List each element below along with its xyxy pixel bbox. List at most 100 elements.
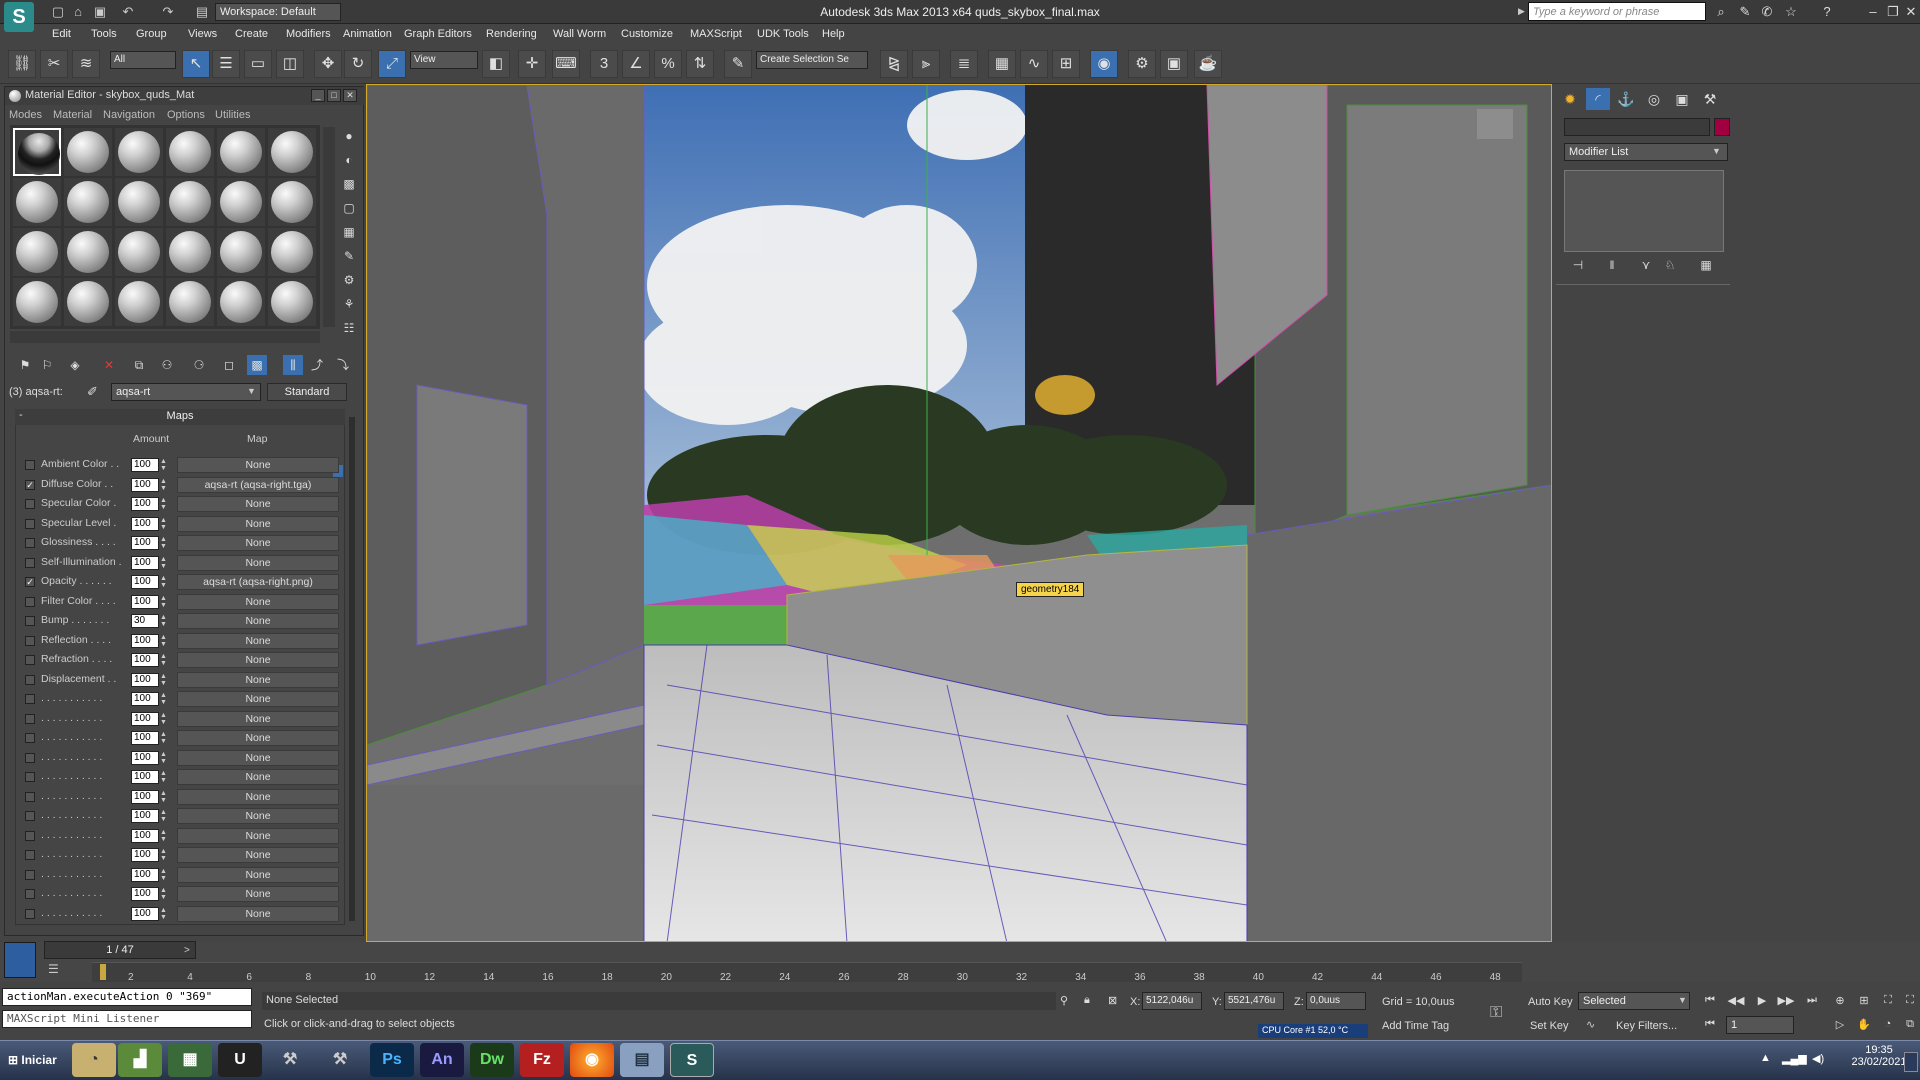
next-frame-arrow-icon[interactable]: > <box>184 945 190 956</box>
map-enable-checkbox[interactable] <box>25 635 35 646</box>
map-amount-field[interactable]: 100 <box>131 750 159 765</box>
orbit-icon[interactable]: ◔ <box>1878 1018 1898 1034</box>
align-icon[interactable]: ⫸ <box>912 50 940 78</box>
zoom-extents-all-icon[interactable]: ⛶ <box>1900 994 1920 1010</box>
put-to-library-icon[interactable]: ⚆ <box>189 355 209 375</box>
map-slot-button[interactable]: None <box>177 593 339 610</box>
bind-space-warp-icon[interactable]: ≋ <box>72 50 100 78</box>
chart-app-icon[interactable]: ▟ <box>118 1043 162 1077</box>
show-desktop-button[interactable] <box>1904 1052 1918 1072</box>
map-amount-field[interactable]: 100 <box>131 848 159 862</box>
maps-rollout-header[interactable]: Maps <box>15 409 345 425</box>
map-slot-button[interactable]: None <box>177 886 339 902</box>
spreadsheet-app-icon[interactable]: ▦ <box>168 1043 212 1077</box>
make-unique-icon[interactable]: ⚇ <box>157 355 177 375</box>
reset-map-icon[interactable]: ✕ <box>99 355 119 375</box>
backlight-icon[interactable]: ◐ <box>339 153 359 171</box>
map-slot-button[interactable]: None <box>177 866 339 883</box>
map-enable-checkbox[interactable] <box>25 850 35 860</box>
map-slot-button[interactable]: None <box>177 515 339 532</box>
menu-graph-editors[interactable]: Graph Editors <box>404 28 472 40</box>
select-object-icon[interactable]: ↖ <box>182 50 210 78</box>
map-slot-button[interactable]: None <box>177 535 339 551</box>
curve-editor-icon[interactable]: ∿ <box>1020 50 1048 78</box>
sample-slot[interactable] <box>115 228 163 276</box>
rotate-icon[interactable]: ↻ <box>344 50 372 78</box>
edit-named-selection-icon[interactable]: ✎ <box>724 50 752 78</box>
graphite-ribbon-icon[interactable]: ▦ <box>988 50 1016 78</box>
auto-key-button[interactable]: Auto Key <box>1528 996 1573 1008</box>
map-slot-button[interactable]: None <box>177 749 339 766</box>
map-amount-spinner[interactable]: ▲ ▼ <box>160 575 168 589</box>
new-file-icon[interactable]: ▢ <box>50 4 66 20</box>
app-logo-icon[interactable]: S <box>4 2 34 32</box>
volume-icon[interactable]: ◀) <box>1812 1052 1824 1065</box>
sample-slot[interactable] <box>166 228 214 276</box>
render-setup-icon[interactable]: ⚙ <box>1128 50 1156 78</box>
sample-slot[interactable] <box>217 228 265 276</box>
map-amount-field[interactable]: 30 <box>131 614 159 628</box>
map-enable-checkbox[interactable] <box>25 830 35 841</box>
workspace-select[interactable]: Workspace: Default <box>215 3 341 21</box>
show-map-in-viewport-icon[interactable]: ▩ <box>247 355 267 375</box>
maps-scrollbar[interactable] <box>349 417 355 921</box>
map-enable-checkbox[interactable] <box>25 889 35 899</box>
map-enable-checkbox[interactable] <box>25 499 35 509</box>
menu-animation[interactable]: Animation <box>343 28 392 40</box>
menu-edit[interactable]: Edit <box>52 28 71 40</box>
map-enable-checkbox[interactable] <box>25 674 35 685</box>
map-amount-field[interactable]: 100 <box>131 575 159 589</box>
map-amount-field[interactable]: 100 <box>131 731 159 745</box>
map-amount-spinner[interactable]: ▲ ▼ <box>160 614 168 628</box>
mat-menu-navigation[interactable]: Navigation <box>103 109 155 121</box>
y-coordinate-field[interactable]: 5521,476u <box>1224 992 1284 1010</box>
schematic-view-icon[interactable]: ⊞ <box>1052 50 1080 78</box>
map-amount-spinner[interactable]: ▲ ▼ <box>160 809 168 823</box>
sample-slot[interactable] <box>64 228 112 276</box>
z-coordinate-field[interactable]: 0,0uus <box>1306 992 1366 1010</box>
time-slider[interactable]: 1 / 47 <box>44 941 196 959</box>
sample-slot[interactable] <box>13 228 61 276</box>
tray-arrow-icon[interactable]: ▲ <box>1760 1052 1771 1064</box>
select-by-material-icon[interactable]: ⚘ <box>339 297 359 315</box>
selection-filter-select[interactable]: All <box>110 51 176 69</box>
sample-slot[interactable] <box>13 128 61 176</box>
map-enable-checkbox[interactable] <box>25 538 35 548</box>
key-filter-curve-icon[interactable]: ∿ <box>1586 1018 1595 1031</box>
communication-icon[interactable]: ✆ <box>1758 3 1776 21</box>
map-amount-field[interactable]: 100 <box>131 867 159 882</box>
map-amount-spinner[interactable]: ▲ ▼ <box>160 517 168 531</box>
assign-material-icon[interactable]: ◈ <box>65 355 85 375</box>
map-amount-spinner[interactable]: ▲ ▼ <box>160 673 168 687</box>
material-navigator-icon[interactable]: ☷ <box>339 321 359 339</box>
map-amount-spinner[interactable]: ▲ ▼ <box>160 478 168 492</box>
sample-uv-tiling-icon[interactable]: ▢ <box>339 201 359 219</box>
perspective-viewport[interactable] <box>366 84 1552 942</box>
scale-icon[interactable]: ⤢ <box>378 50 406 78</box>
maximize-viewport-icon[interactable]: ⧉ <box>1900 1018 1920 1034</box>
map-enable-checkbox[interactable] <box>25 694 35 704</box>
named-selection-set-select[interactable]: Create Selection Se <box>756 51 868 69</box>
eyedropper-icon[interactable]: ✐ <box>87 384 98 400</box>
rect-selection-icon[interactable]: ▭ <box>244 50 272 78</box>
network-app-icon[interactable]: ▤ <box>620 1043 664 1077</box>
material-id-icon[interactable]: ◻ <box>219 355 239 375</box>
material-editor-icon[interactable]: ◉ <box>1090 50 1118 78</box>
map-slot-button[interactable]: aqsa-rt (aqsa-right.png) <box>177 574 339 590</box>
mat-menu-options[interactable]: Options <box>167 109 205 121</box>
menu-modifiers[interactable]: Modifiers <box>286 28 331 40</box>
material-name-dropdown-icon[interactable]: ▼ <box>247 386 256 396</box>
menu-views[interactable]: Views <box>188 28 217 40</box>
map-amount-spinner[interactable]: ▲ ▼ <box>160 731 168 745</box>
make-preview-icon[interactable]: ✎ <box>339 249 359 267</box>
go-to-start-icon[interactable]: ⏮ <box>1700 994 1720 1010</box>
rendered-frame-icon[interactable]: ▣ <box>1160 50 1188 78</box>
binoculars-icon[interactable]: ⌕ <box>1712 3 1730 21</box>
reference-coord-select[interactable]: View <box>410 51 478 69</box>
map-enable-checkbox[interactable] <box>25 655 35 665</box>
go-to-end-icon[interactable]: ⏭ <box>1802 994 1822 1010</box>
search-input[interactable]: Type a keyword or phrase <box>1528 2 1706 21</box>
sample-slot[interactable] <box>268 278 316 326</box>
sample-slot[interactable] <box>13 278 61 326</box>
sample-slot[interactable] <box>64 278 112 326</box>
